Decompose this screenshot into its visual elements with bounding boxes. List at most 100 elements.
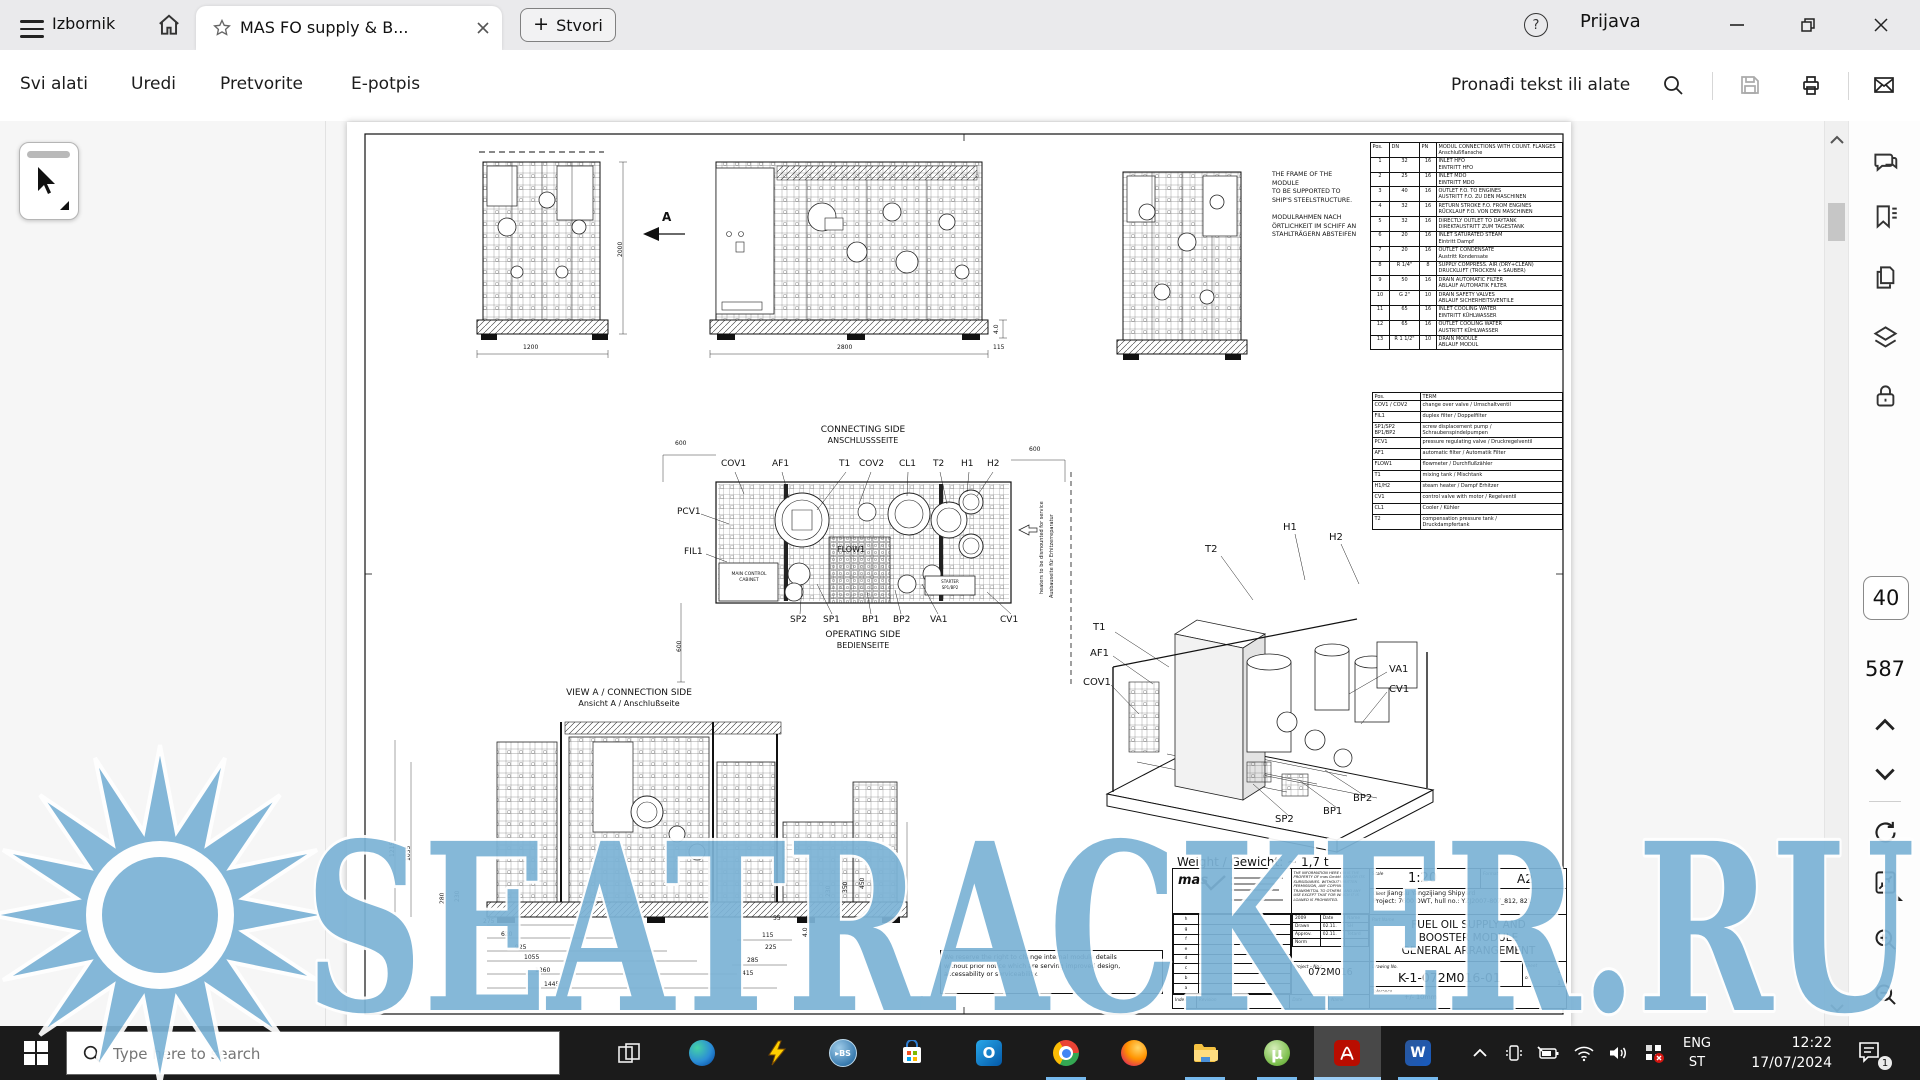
logo-check-icon <box>1201 875 1227 891</box>
scroll-down-icon[interactable] <box>1828 1001 1846 1015</box>
fit-options-caret-icon[interactable] <box>1896 894 1903 901</box>
equipment-label: CV1 <box>1000 615 1018 625</box>
table-cell: automatic filter / Automatik Filter <box>1421 449 1563 460</box>
project-number-cell: Project – No.: 072M016 <box>1291 961 1369 994</box>
zoom-out-icon[interactable] <box>1872 981 1899 1008</box>
table-cell: PCV1 <box>1373 438 1421 449</box>
lock-icon[interactable] <box>1872 383 1899 410</box>
dimension-label: 1260 <box>535 967 550 974</box>
winamp-icon[interactable] <box>763 1039 791 1067</box>
previous-page-icon[interactable] <box>1872 714 1898 736</box>
drawing-number-cell: Drawing No. K-1-072M016-01 Sheet 1 of 1 <box>1370 961 1567 986</box>
windows-taskbar: ▸BS O µ W <box>0 1026 1920 1080</box>
table-cell: 8 <box>1371 261 1390 276</box>
scroll-up-icon[interactable] <box>1828 133 1846 147</box>
dimension-label: 2800 <box>837 344 852 351</box>
language-indicator[interactable]: ENG ST <box>1676 1034 1718 1072</box>
chrome-icon[interactable] <box>1052 1039 1080 1067</box>
table-cell: SP1/SP2 BP1/BP2 <box>1373 423 1421 438</box>
save-icon[interactable] <box>1738 73 1762 97</box>
close-window-button[interactable] <box>1868 12 1894 38</box>
desktop-screen: Izbornik MAS FO supply & B... + Stvori ?… <box>0 0 1920 1080</box>
clock[interactable]: 12:22 17/07/2024 <box>1730 1033 1832 1073</box>
word-icon[interactable]: W <box>1404 1039 1432 1067</box>
equipment-label: H2 <box>1329 532 1343 543</box>
floating-tool-card[interactable] <box>19 142 79 220</box>
print-icon[interactable] <box>1799 73 1823 97</box>
pdf-page[interactable]: 1200 2800 2000 A 4.0 115 THE FRAME OF TH… <box>347 122 1571 1026</box>
table-cell: 1 <box>1371 157 1390 172</box>
file-explorer-icon[interactable] <box>1191 1039 1219 1067</box>
menu-esign[interactable]: E-potpis <box>351 74 420 94</box>
refresh-icon[interactable] <box>1872 819 1899 846</box>
utorrent-icon[interactable]: µ <box>1263 1039 1291 1067</box>
sign-in-button[interactable]: Prijava <box>1580 11 1641 32</box>
pages-icon[interactable] <box>1872 264 1899 291</box>
sync-error-icon[interactable] <box>1642 1041 1666 1065</box>
equipment-label: H1 <box>1283 522 1297 533</box>
search-icon[interactable] <box>1661 73 1685 97</box>
vertical-scrollbar[interactable] <box>1824 121 1849 1026</box>
ms-store-icon[interactable] <box>898 1039 926 1067</box>
volume-icon[interactable] <box>1606 1041 1630 1065</box>
scrollbar-thumb[interactable] <box>1828 203 1845 241</box>
bookmarks-icon[interactable] <box>1872 203 1899 230</box>
help-icon[interactable]: ? <box>1524 13 1548 37</box>
scale-label: Scale <box>1372 871 1383 876</box>
table-cell <box>1345 939 1369 947</box>
signature-table: 2009 Date Name Drawn02.11.SHApprov.02.11… <box>1291 914 1369 961</box>
task-view-icon[interactable] <box>615 1039 643 1067</box>
table-row: c <box>1174 964 1291 974</box>
menu-button[interactable]: Izbornik <box>52 14 115 33</box>
layers-icon[interactable] <box>1872 324 1899 351</box>
notification-center-icon[interactable]: 1 <box>1856 1039 1890 1067</box>
browser-tab[interactable]: MAS FO supply & B... <box>196 6 502 50</box>
table-cell: OUTLET CONDENSATE Austritt Kondensate <box>1437 246 1563 261</box>
email-icon[interactable] <box>1872 73 1896 97</box>
page-number-input[interactable]: 40 <box>1863 576 1909 620</box>
hamburger-menu-icon[interactable] <box>20 15 44 35</box>
table-cell: 12 <box>1371 320 1390 335</box>
find-text-label[interactable]: Pronađi tekst ili alate <box>1451 75 1630 95</box>
table-row: T1mixing tank / Mischtank <box>1373 471 1563 482</box>
table-cell: 11 <box>1371 305 1390 320</box>
bsplayer-icon[interactable]: ▸BS <box>829 1039 857 1067</box>
table-cell: DIRECTLY OUTLET TO DAYTANK DIREKTAUSTRIT… <box>1437 217 1563 232</box>
equipment-label: BP2 <box>1353 793 1372 804</box>
zoom-in-icon[interactable] <box>1872 926 1899 953</box>
sidebar-divider <box>1869 801 1901 802</box>
tab-star-icon[interactable] <box>212 18 232 38</box>
tray-expand-icon[interactable] <box>1468 1041 1492 1065</box>
restore-button[interactable] <box>1795 12 1821 38</box>
taskbar-search-box[interactable] <box>66 1031 560 1075</box>
format-cell: Format A2 <box>1480 869 1567 888</box>
tolerance-value: +/- 10mm <box>1404 993 1437 1001</box>
new-tab-button[interactable]: + Stvori <box>520 8 616 42</box>
next-page-icon[interactable] <box>1872 763 1898 785</box>
edge-icon[interactable] <box>688 1039 716 1067</box>
tab-close-icon[interactable] <box>474 19 492 37</box>
acrobat-icon[interactable] <box>1333 1039 1361 1067</box>
table-cell: 16 <box>1420 172 1437 187</box>
wifi-icon[interactable] <box>1572 1041 1596 1065</box>
table-cell: b <box>1174 974 1199 984</box>
menu-convert[interactable]: Pretvorite <box>220 74 303 94</box>
comments-icon[interactable] <box>1872 149 1899 176</box>
table-cell: 4 <box>1371 202 1390 217</box>
menu-edit[interactable]: Uredi <box>131 74 176 94</box>
fit-page-icon[interactable] <box>1872 869 1899 896</box>
ip-disclaimer: THE INFORMATION HERE ON IS THE PROPERTY … <box>1291 869 1369 914</box>
battery-icon[interactable] <box>1536 1041 1560 1065</box>
home-icon[interactable] <box>156 12 182 38</box>
outlook-icon[interactable]: O <box>975 1039 1003 1067</box>
menu-all-tools[interactable]: Svi alati <box>20 74 88 94</box>
search-input[interactable] <box>111 1032 545 1076</box>
tool-card-handle <box>27 151 70 158</box>
dimension-label: 415 <box>742 970 753 977</box>
equipment-label: BP1 <box>862 615 879 625</box>
device-icon[interactable] <box>1502 1041 1526 1065</box>
firefox-icon[interactable] <box>1120 1039 1148 1067</box>
start-button[interactable] <box>24 1041 50 1067</box>
dimension-label: 280 <box>439 893 446 904</box>
minimize-button[interactable] <box>1724 12 1750 38</box>
